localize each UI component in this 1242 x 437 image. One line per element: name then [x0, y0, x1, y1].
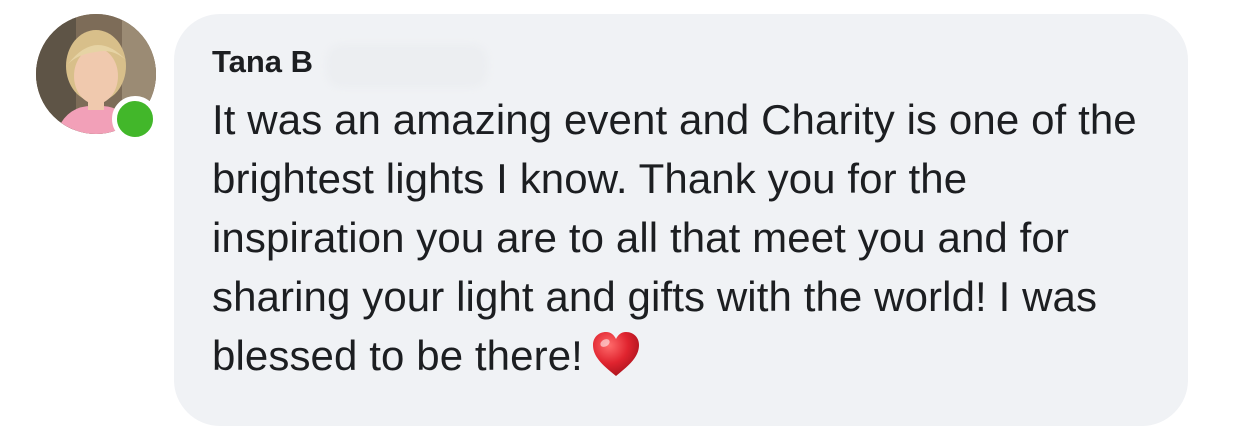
comment-author-row: Tana B	[212, 40, 1154, 84]
comment-text: It was an amazing event and Charity is o…	[212, 96, 1137, 379]
avatar-container[interactable]	[36, 14, 158, 142]
red-heart-icon	[592, 332, 639, 376]
comment-author-name[interactable]: Tana B	[212, 44, 313, 79]
name-redaction-blur	[332, 50, 482, 82]
online-status-dot	[112, 96, 158, 142]
comment-bubble: Tana B It was an amazing event and Chari…	[174, 14, 1188, 426]
comment-body: It was an amazing event and Charity is o…	[212, 90, 1162, 385]
comment-row: Tana B It was an amazing event and Chari…	[0, 0, 1242, 437]
